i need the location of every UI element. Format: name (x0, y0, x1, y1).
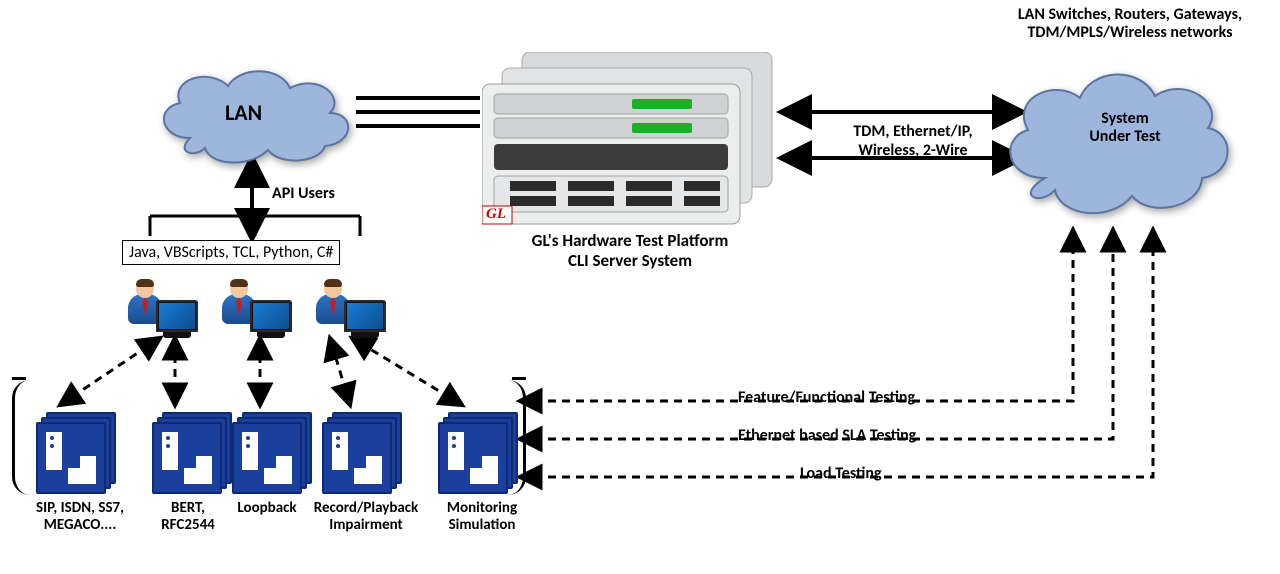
tile-bert-icon (152, 412, 230, 492)
server-rack-icon: GL (482, 52, 792, 232)
tile-loopback-icon (232, 412, 310, 492)
server-caption-line1: GL's Hardware Test Platform (490, 230, 770, 251)
api-users-label: API Users (272, 185, 335, 203)
api-user-1-icon (128, 272, 198, 332)
test-feature-label: Feature/Functional Testing (738, 388, 915, 407)
server-caption-line2: CLI Server System (490, 250, 770, 271)
api-user-2-icon (222, 272, 292, 332)
sut-top-label: LAN Switches, Routers, Gateways, TDM/MPL… (1000, 6, 1260, 43)
tile-monitoring-icon (438, 412, 516, 492)
test-load-label: Load Testing (800, 464, 882, 483)
tile-sip-label: SIP, ISDN, SS7,MEGACO.... (20, 500, 140, 533)
test-sla-label: Ethernet based SLA Testing (738, 426, 916, 445)
tile-record-icon (322, 412, 400, 492)
lan-label: LAN (225, 100, 262, 125)
tile-record-label: Record/PlaybackImpairment (296, 500, 436, 533)
gl-badge: GL (486, 206, 506, 223)
api-user-3-icon (316, 272, 386, 332)
sut-cloud-label: System Under Test (1070, 110, 1180, 147)
languages-box: Java, VBScripts, TCL, Python, C# (122, 240, 340, 265)
tile-bert-label: BERT,RFC2544 (148, 500, 228, 533)
tile-sip-icon (36, 412, 114, 492)
link-label: TDM, Ethernet/IP, Wireless, 2-Wire (828, 122, 998, 160)
tile-monitoring-label: MonitoringSimulation (432, 500, 532, 533)
